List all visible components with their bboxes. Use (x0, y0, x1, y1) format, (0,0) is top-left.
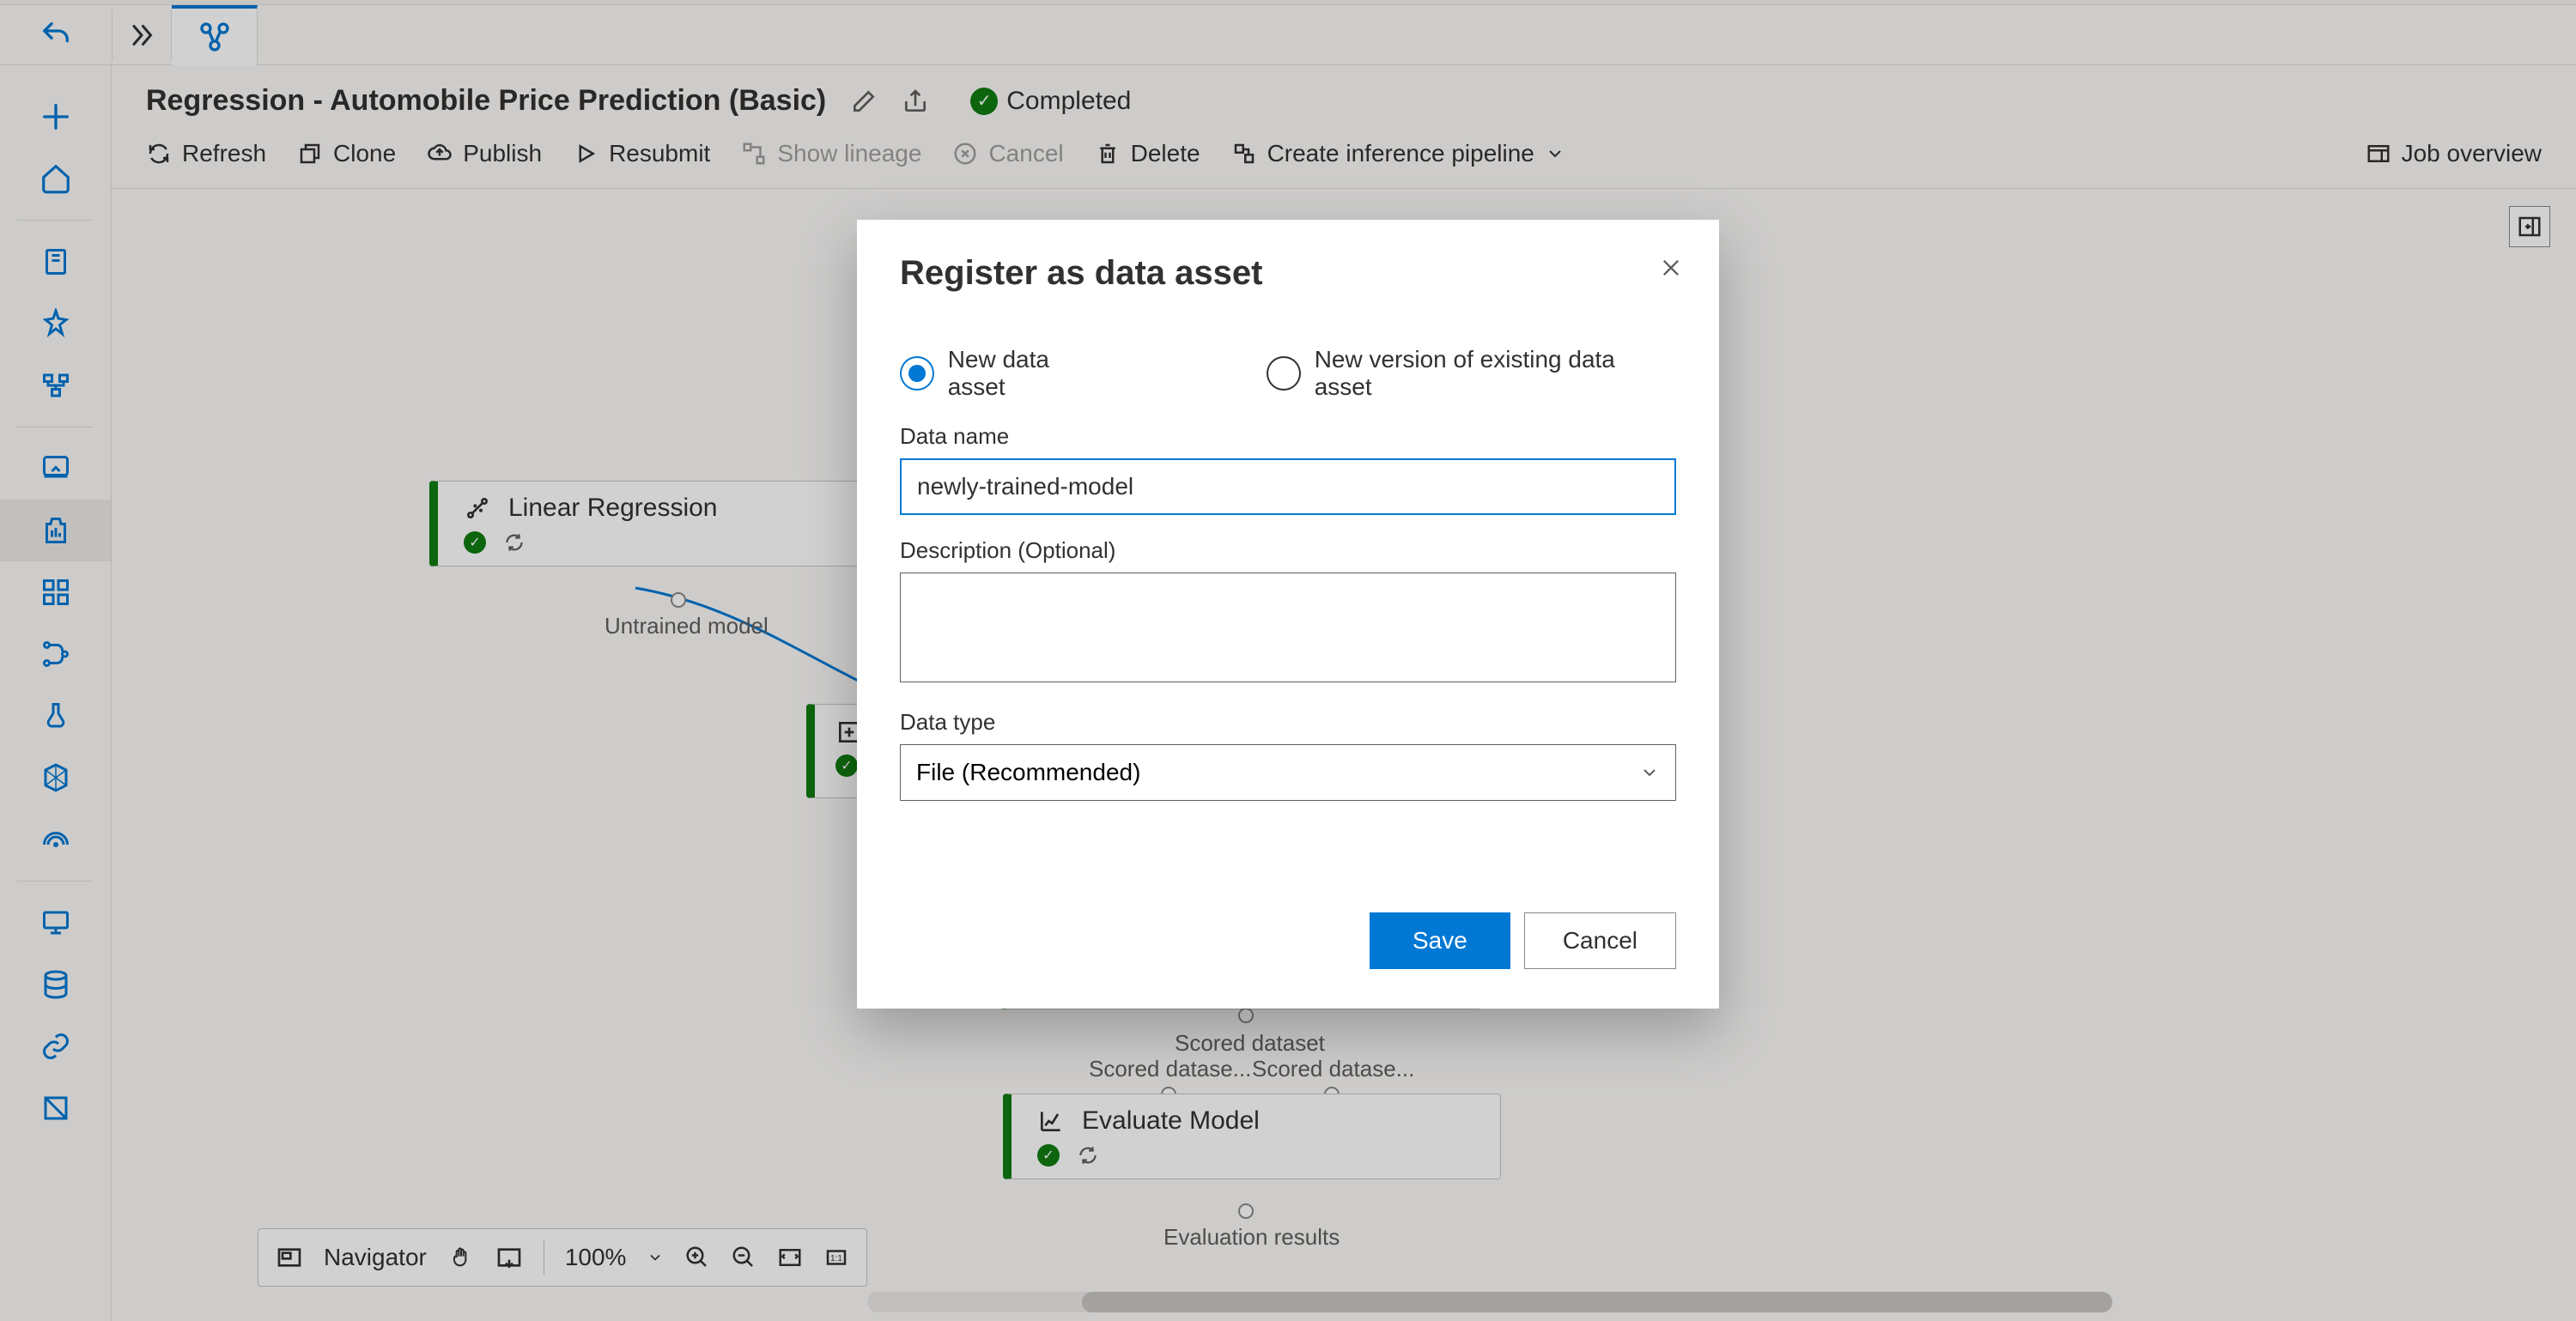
modal-title: Register as data asset (900, 254, 1676, 293)
close-button[interactable] (1659, 256, 1683, 280)
chevron-down-icon (1639, 762, 1660, 783)
radio-selected-icon (900, 356, 934, 391)
radio-unselected-icon (1267, 356, 1301, 391)
radio-new-data-asset[interactable]: New data asset (900, 346, 1112, 401)
modal-overlay: Register as data asset New data asset Ne… (0, 0, 2576, 1321)
radio-existing-label: New version of existing data asset (1315, 346, 1676, 401)
radio-new-label: New data asset (948, 346, 1112, 401)
description-input[interactable] (900, 573, 1676, 682)
save-button[interactable]: Save (1370, 912, 1510, 969)
cancel-button[interactable]: Cancel (1524, 912, 1676, 969)
radio-existing-data-asset[interactable]: New version of existing data asset (1267, 346, 1676, 401)
description-label: Description (Optional) (900, 537, 1676, 564)
close-icon (1659, 256, 1683, 280)
data-name-input[interactable] (900, 458, 1676, 515)
data-type-select[interactable]: File (Recommended) (900, 744, 1676, 801)
data-name-label: Data name (900, 423, 1676, 450)
data-type-value: File (Recommended) (916, 759, 1140, 786)
register-data-asset-modal: Register as data asset New data asset Ne… (857, 220, 1719, 1009)
data-type-label: Data type (900, 709, 1676, 736)
